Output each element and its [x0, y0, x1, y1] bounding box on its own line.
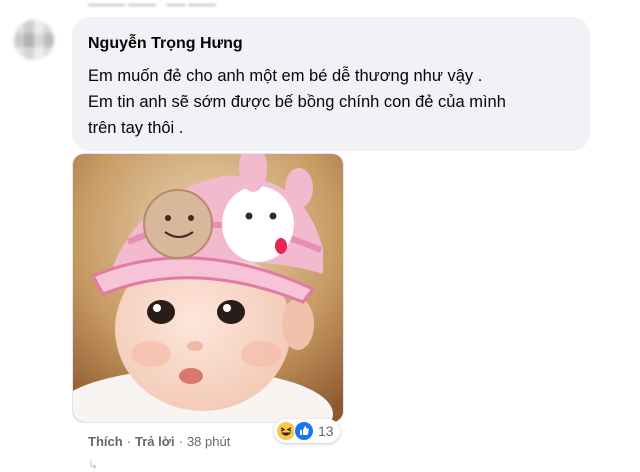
- like-icon: [294, 421, 314, 441]
- comment-bubble: Nguyễn Trọng Hưng Em muốn đẻ cho anh một…: [72, 17, 590, 151]
- comment-author-name[interactable]: Nguyễn Trọng Hưng: [88, 35, 243, 53]
- commenter-avatar[interactable]: [14, 20, 54, 60]
- like-action-link[interactable]: Thích: [88, 434, 123, 449]
- next-reply-cut: ↳: [88, 458, 99, 472]
- comment-text-line-3: trên tay thôi .: [88, 119, 184, 137]
- action-separator: ·: [126, 433, 132, 449]
- comment-text-line-2: Em tin anh sẽ sớm được bế bồng chính con…: [88, 93, 506, 111]
- baby-photo-illustration: [73, 154, 343, 422]
- previous-comment-meta-cut: ▁▁▁▁ ▁▁▁ · ▁▁ ▁▁▁: [88, 0, 216, 6]
- haha-icon: [276, 421, 296, 441]
- comment-timestamp[interactable]: 38 phút: [187, 434, 230, 449]
- comment-text-line-1: Em muốn đẻ cho anh một em bé dễ thương n…: [88, 67, 483, 85]
- reply-action-link[interactable]: Trả lời: [135, 434, 175, 449]
- action-separator: ·: [178, 433, 183, 449]
- comment-attached-photo[interactable]: [72, 153, 344, 423]
- reactions-count: 13: [318, 423, 334, 439]
- reactions-summary[interactable]: 13: [274, 419, 340, 443]
- comment-actions-row: Thích · Trả lời · 38 phút: [88, 432, 230, 450]
